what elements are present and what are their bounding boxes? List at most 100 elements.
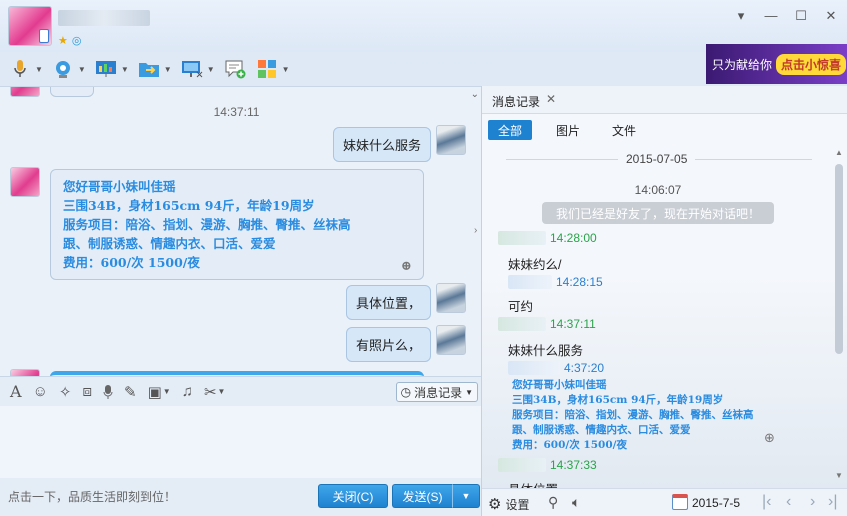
remote-assist-button[interactable]: ▼ bbox=[94, 55, 129, 83]
promo-tip[interactable]: 点击一下，品质生活即刻到位！ bbox=[8, 488, 176, 505]
rich-line: 三围34B，身材165cm 94斤，年龄19周岁 bbox=[512, 394, 724, 406]
chevron-down-icon[interactable]: ▼ bbox=[78, 65, 86, 74]
close-window-button[interactable]: ✕ bbox=[823, 8, 839, 24]
close-history-icon[interactable]: ✕ bbox=[546, 92, 556, 106]
sender-name-blurred bbox=[508, 361, 560, 375]
magic-wand-icon[interactable]: ✧ bbox=[59, 383, 72, 401]
minimize-button[interactable]: — bbox=[763, 8, 779, 24]
image-icon[interactable]: ▣ ▼ bbox=[148, 383, 171, 401]
zoom-icon[interactable]: ⊕ bbox=[764, 430, 775, 446]
settings-label: 设置 bbox=[505, 497, 530, 512]
incoming-rich-message: 您好哥哥小妹叫佳瑶 三围34B，身材165cm 94斤，年龄19周岁 服务项目：… bbox=[50, 169, 424, 280]
chevron-down-icon[interactable]: ▼ bbox=[121, 65, 129, 74]
first-page-icon[interactable]: |‹ bbox=[762, 493, 771, 511]
chat-message-area[interactable]: ⌄ 14:37:11 妹妹什么服务 您好哥哥小妹叫佳瑶 三围34B，身材165c… bbox=[0, 86, 481, 376]
input-footer: 点击一下，品质生活即刻到位！ 关闭(C) 发送(S) ▼ bbox=[0, 478, 481, 516]
shake-window-icon[interactable]: ⧈ bbox=[82, 383, 92, 400]
speaker-icon[interactable]: 🔈︎ bbox=[572, 494, 580, 511]
history-tab-title[interactable]: 消息记录 bbox=[492, 93, 540, 110]
history-entry-time: 4:37:20 bbox=[564, 361, 605, 375]
voice-message-icon[interactable] bbox=[103, 384, 113, 400]
monitor-icon bbox=[180, 58, 204, 80]
chevron-down-icon[interactable]: ▼ bbox=[163, 387, 171, 396]
rich-line: 服务项目：陪浴、指划、漫游、胸推、臀推、丝袜高 bbox=[63, 217, 351, 232]
contact-message-avatar bbox=[10, 87, 40, 97]
self-avatar bbox=[436, 325, 466, 355]
chevron-down-icon[interactable]: ▼ bbox=[282, 65, 290, 74]
clock-icon: ◷ bbox=[400, 385, 412, 399]
settings-button[interactable]: ⚙ 设置 bbox=[488, 495, 529, 513]
outgoing-message: 妹妹什么服务 bbox=[332, 127, 431, 162]
next-page-icon[interactable]: › bbox=[810, 493, 815, 511]
rich-line: 您好哥哥小妹叫佳瑶 bbox=[512, 379, 607, 391]
calendar-icon[interactable] bbox=[672, 494, 688, 510]
apps-button[interactable]: ▼ bbox=[255, 55, 290, 83]
ad-banner[interactable]: 只为献给你 点击小惊喜 bbox=[706, 44, 847, 84]
message-timestamp: 14:37:11 bbox=[213, 105, 260, 119]
filter-images[interactable]: 图片 bbox=[546, 120, 590, 140]
history-entry-text: 妹妹约么/ bbox=[508, 258, 562, 272]
filter-files[interactable]: 文件 bbox=[602, 120, 646, 140]
group-chat-button[interactable] bbox=[223, 55, 247, 83]
search-icon[interactable]: ⚲ bbox=[548, 494, 558, 511]
contact-message-avatar bbox=[10, 369, 40, 376]
send-file-button[interactable]: ▼ bbox=[137, 55, 172, 83]
apps-grid-icon bbox=[255, 58, 279, 80]
emoji-icon[interactable]: ☺ bbox=[33, 383, 48, 400]
message-history-button[interactable]: ◷ 消息记录 ▼ bbox=[395, 382, 478, 402]
history-filter-bar: 全部 图片 文件 bbox=[482, 118, 847, 142]
chevron-down-icon[interactable]: ▼ bbox=[35, 65, 43, 74]
rich-line: 您好哥哥小妹叫佳瑶 bbox=[63, 179, 176, 194]
send-options-button[interactable]: ▼ bbox=[452, 484, 480, 508]
previous-bubble-edge bbox=[50, 87, 94, 97]
mobile-online-icon bbox=[39, 29, 49, 43]
font-icon[interactable]: A bbox=[10, 382, 22, 401]
filter-all[interactable]: 全部 bbox=[488, 120, 533, 140]
ad-banner-highlight[interactable]: 点击小惊喜 bbox=[776, 53, 847, 75]
history-scrollbar[interactable]: ▲ ▼ bbox=[834, 146, 844, 482]
rich-line: 服务项目：陪浴、指划、漫游、胸推、臀推、丝袜高 bbox=[512, 409, 754, 421]
menu-dropdown-button[interactable]: ▾ bbox=[733, 8, 749, 24]
chevron-down-icon[interactable]: ▼ bbox=[164, 65, 172, 74]
close-button[interactable]: 关闭(C) bbox=[318, 484, 388, 508]
rich-line: 费用：600/次 1500/夜 bbox=[63, 255, 200, 270]
history-entry-text: 可约 bbox=[508, 300, 534, 314]
chevron-down-icon[interactable]: ▼ bbox=[218, 387, 226, 396]
history-entry-time: 14:37:11 bbox=[550, 317, 596, 331]
system-message: 我们已经是好友了，现在开始对话吧！ bbox=[542, 202, 774, 224]
folder-send-icon bbox=[137, 58, 161, 80]
music-icon[interactable]: ♫ bbox=[182, 383, 193, 400]
contact-avatar[interactable] bbox=[8, 6, 52, 46]
doodle-icon[interactable]: ✎ bbox=[124, 383, 137, 401]
history-tab-bar: 消息记录 ✕ bbox=[482, 86, 847, 114]
history-current-date: 2015-7-5 bbox=[692, 496, 741, 510]
screenshot-scissors-icon[interactable]: ✂ ▼ bbox=[204, 383, 226, 401]
scrollbar-thumb[interactable] bbox=[835, 164, 843, 354]
last-page-icon[interactable]: ›| bbox=[828, 493, 837, 511]
scroll-down-icon[interactable]: ▼ bbox=[835, 471, 843, 480]
chevron-down-icon[interactable]: ▼ bbox=[207, 65, 215, 74]
message-input[interactable] bbox=[0, 406, 481, 478]
sender-name-blurred bbox=[498, 231, 546, 245]
input-toolbar: A ☺ ✧ ⧈ ✎ ▣ ▼ ♫ ✂ ▼ ◷ 消息记录 ▼ bbox=[0, 376, 481, 406]
add-chat-icon bbox=[223, 58, 247, 80]
webcam-icon bbox=[51, 58, 75, 80]
expand-panel-icon[interactable]: › bbox=[474, 225, 481, 247]
chevron-down-icon[interactable]: ▼ bbox=[465, 388, 473, 397]
history-entry-time: 14:37:33 bbox=[550, 458, 597, 472]
send-button[interactable]: 发送(S) bbox=[392, 484, 452, 508]
maximize-button[interactable]: ☐ bbox=[793, 8, 809, 24]
rich-line: 三围34B，身材165cm 94斤，年龄19周岁 bbox=[63, 198, 315, 213]
collapse-icon[interactable]: ⌄ bbox=[471, 89, 479, 100]
zoom-icon[interactable]: ⊕ bbox=[401, 257, 417, 274]
prev-page-icon[interactable]: ‹ bbox=[786, 493, 791, 511]
voice-call-button[interactable]: ▼ bbox=[8, 55, 43, 83]
history-rich-message: 您好哥哥小妹叫佳瑶 三围34B，身材165cm 94斤，年龄19周岁 服务项目：… bbox=[512, 378, 788, 453]
video-call-button[interactable]: ▼ bbox=[51, 55, 86, 83]
chevron-down-icon: ▼ bbox=[461, 491, 471, 501]
screen-share-button[interactable]: ▼ bbox=[180, 55, 215, 83]
scroll-up-icon[interactable]: ▲ bbox=[835, 148, 843, 157]
history-entry-time: 14:28:00 bbox=[550, 231, 597, 245]
presentation-icon bbox=[94, 58, 118, 80]
sender-name-blurred bbox=[498, 458, 546, 472]
